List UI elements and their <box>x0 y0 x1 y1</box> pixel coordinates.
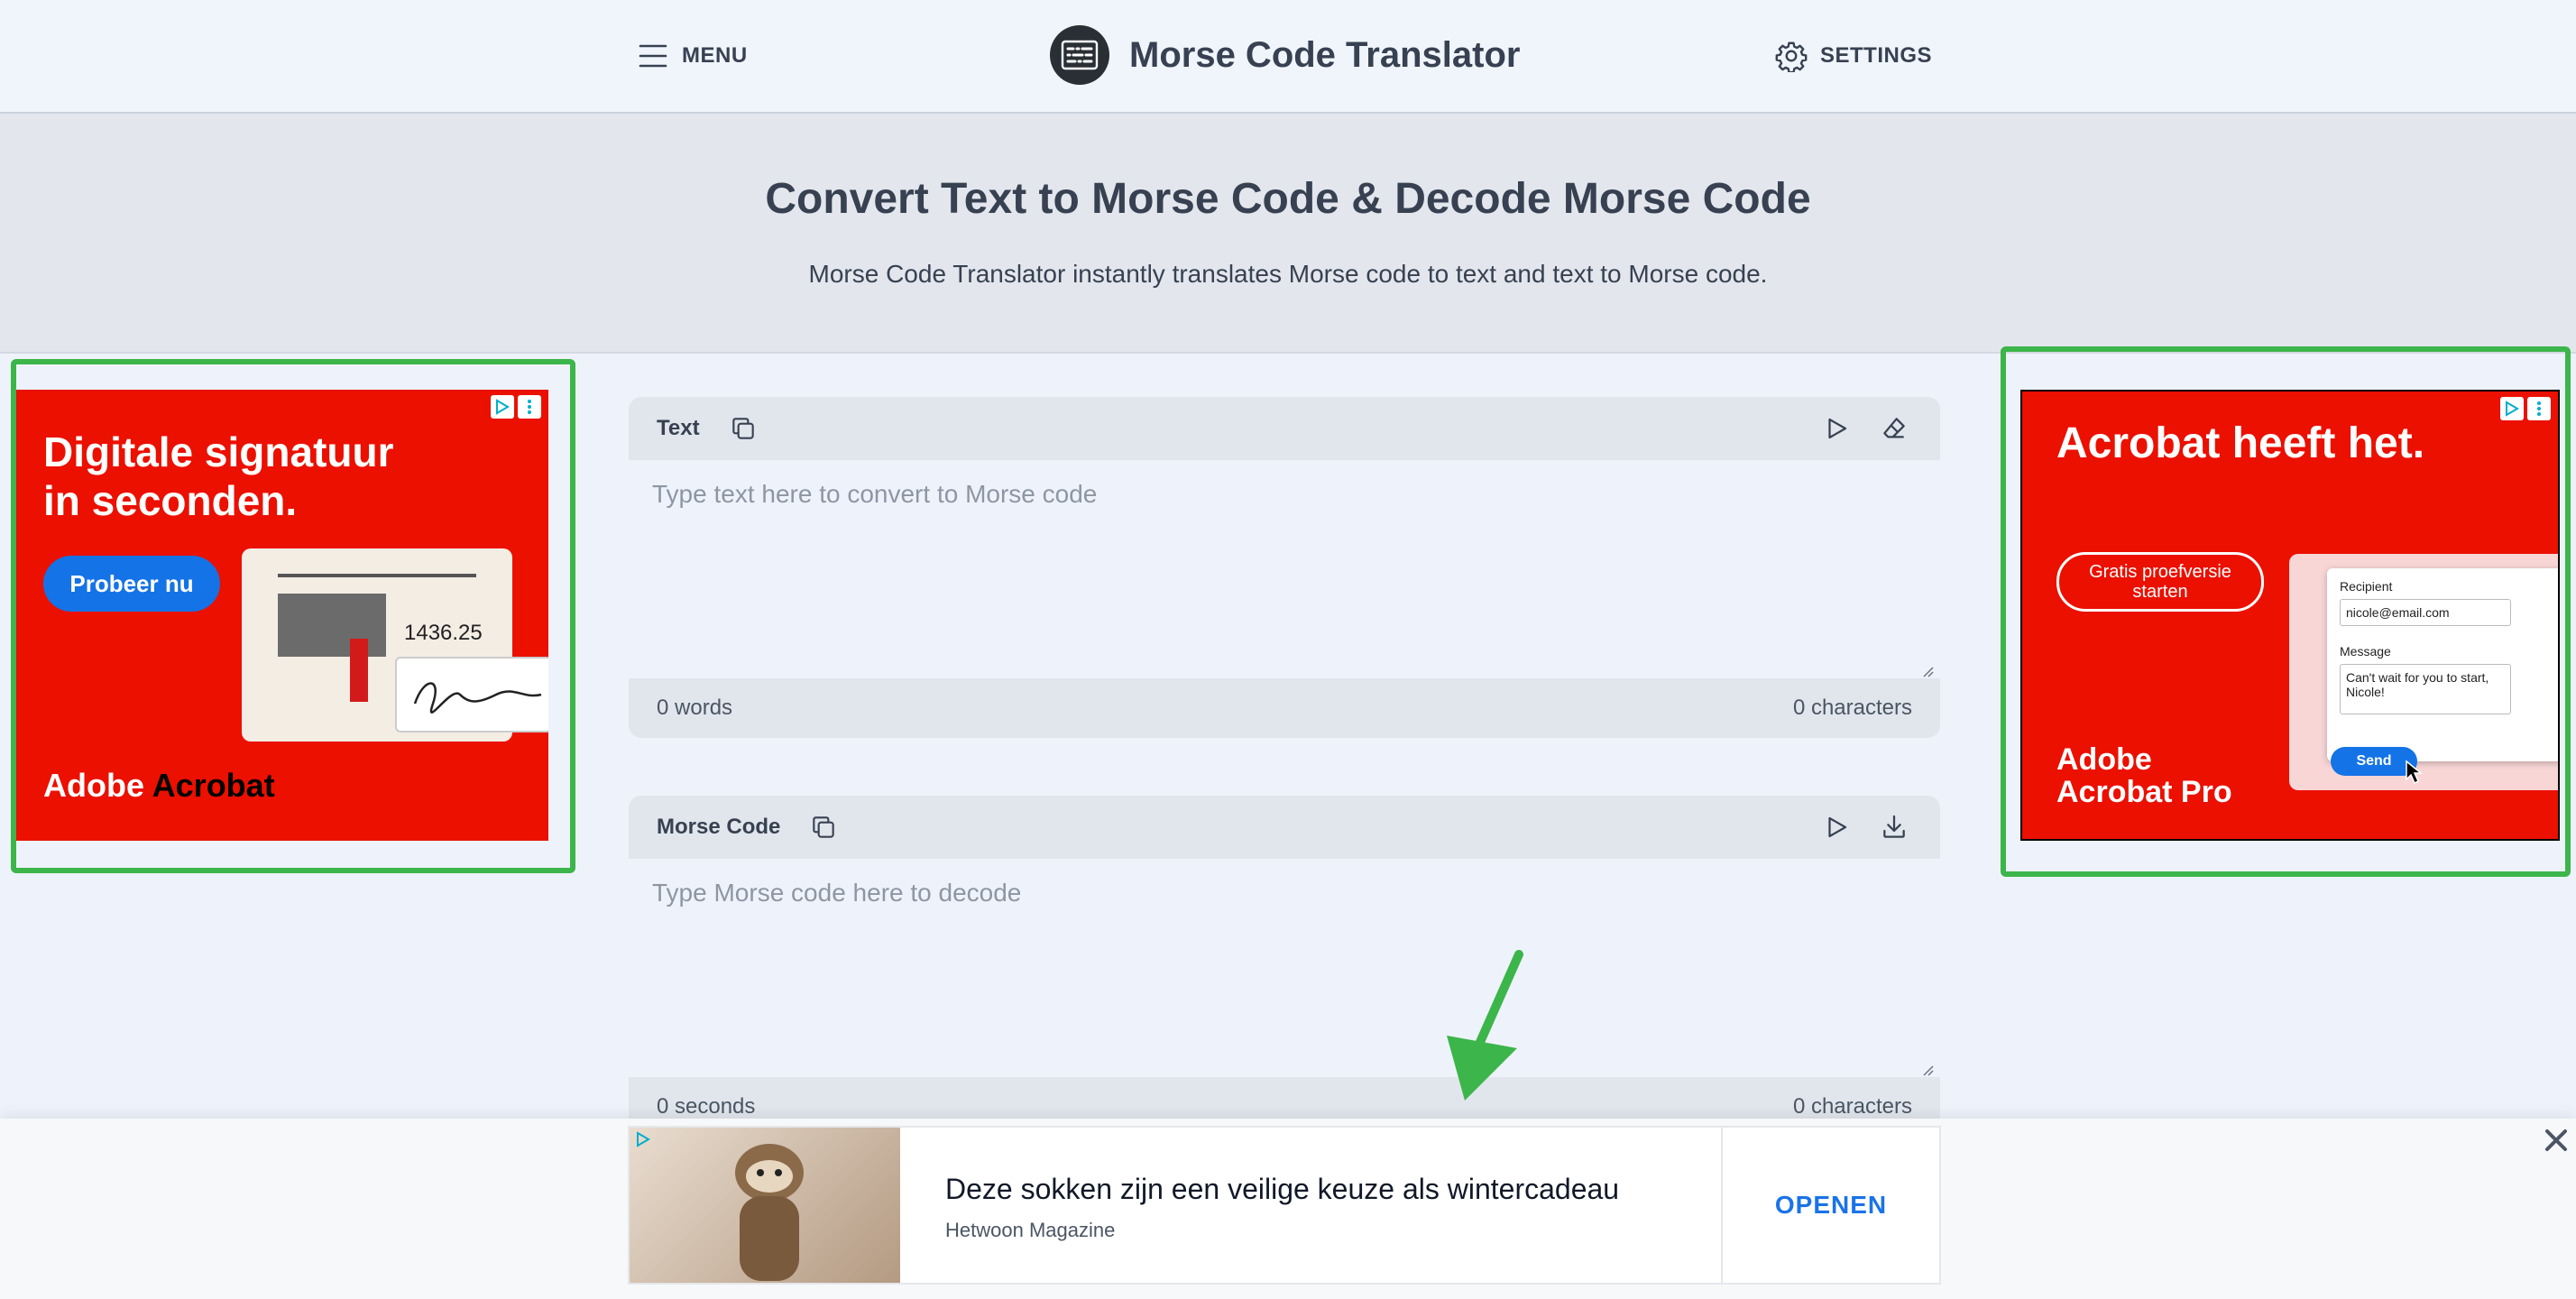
bottom-ad-banner[interactable]: Deze sokken zijn een veilige keuze als w… <box>628 1126 1941 1285</box>
ad-left-cta-button[interactable]: Probeer nu <box>43 556 220 612</box>
more-vert-icon <box>2527 397 2551 420</box>
hamburger-icon <box>639 44 667 68</box>
brand[interactable]: Morse Code Translator <box>1050 25 1520 85</box>
ad-left-headline-1: Digitale signatuur <box>43 428 394 475</box>
play-icon <box>1828 418 1847 439</box>
sloth-socks-image <box>630 1128 900 1283</box>
morse-panel-header: Morse Code <box>629 796 1940 859</box>
ad-left-doc-value: 1436.25 <box>404 621 483 645</box>
text-panel-footer: 0 words 0 characters <box>629 678 1940 738</box>
ad-left-document-image: 1436.25 <box>242 548 548 742</box>
ad-right-brand-1: Adobe <box>2056 742 2152 777</box>
menu-button[interactable]: MENU <box>639 36 748 76</box>
resize-handle-icon[interactable] <box>1918 1061 1935 1077</box>
ad-right[interactable]: Acrobat heeft het. Gratis proefversie st… <box>2020 390 2560 841</box>
annotation-arrow-icon <box>1447 950 1523 1101</box>
download-icon <box>1883 815 1905 838</box>
page-subtitle: Morse Code Translator instantly translat… <box>808 260 1768 288</box>
text-char-count: 0 characters <box>1792 696 1912 720</box>
copy-icon <box>813 816 835 838</box>
text-panel-header: Text <box>629 397 1940 460</box>
play-morse-button[interactable] <box>1818 809 1854 845</box>
ad-right-cta-line-1: Gratis proefversie <box>2089 562 2231 582</box>
ad-left-headline-2: in seconden. <box>43 477 298 524</box>
bottom-ad-text: Deze sokken zijn een veilige keuze als w… <box>900 1128 1721 1283</box>
clear-text-button[interactable] <box>1876 410 1912 447</box>
ad-choices[interactable] <box>2500 397 2551 420</box>
bottom-ad-headline: Deze sokken zijn een veilige keuze als w… <box>945 1173 1620 1205</box>
ad-left-brand-acrobat: Acrobat <box>144 767 275 804</box>
resize-handle-icon[interactable] <box>1918 662 1935 678</box>
message-field: Can't wait for you to start, Nicole! <box>2340 664 2511 714</box>
signature-icon <box>395 657 548 732</box>
adchoices-icon <box>491 395 514 419</box>
morse-input[interactable] <box>629 859 1940 1077</box>
eraser-icon <box>1883 418 1905 438</box>
adchoices-icon <box>637 1131 650 1147</box>
brand-name: Morse Code Translator <box>1129 34 1521 75</box>
settings-label: SETTINGS <box>1820 43 1933 68</box>
ad-right-headline: Acrobat heeft het. <box>2056 419 2425 467</box>
menu-label: MENU <box>682 43 748 68</box>
adchoices-icon <box>2500 397 2524 420</box>
ad-right-cta-button[interactable]: Gratis proefversie starten <box>2056 552 2264 612</box>
open-button[interactable]: OPENEN <box>1721 1128 1939 1283</box>
play-text-button[interactable] <box>1818 410 1854 447</box>
page-title: Convert Text to Morse Code & Decode Mors… <box>765 175 1811 223</box>
cursor-icon <box>2406 760 2424 785</box>
copy-icon <box>731 418 754 439</box>
ad-left-brand-adobe: Adobe <box>43 767 144 804</box>
text-panel-title: Text <box>657 416 700 440</box>
recipient-field: nicole@email.com <box>2340 599 2511 626</box>
close-icon[interactable] <box>2538 1122 2574 1158</box>
gear-icon <box>1775 41 1808 72</box>
more-vert-icon <box>518 395 541 419</box>
morse-panel-title: Morse Code <box>657 815 781 839</box>
text-input[interactable] <box>629 460 1940 678</box>
settings-button[interactable]: SETTINGS <box>1775 36 1932 76</box>
recipient-label: Recipient <box>2340 579 2393 594</box>
morse-panel: Morse Code 0 seconds 0 characters <box>629 796 1940 1137</box>
ad-right-email-mockup: Recipient nicole@email.com Message Can't… <box>2289 554 2558 790</box>
ad-choices[interactable] <box>491 395 541 419</box>
message-label: Message <box>2340 644 2391 659</box>
copy-text-button[interactable] <box>725 410 761 447</box>
ad-right-cta-line-2: starten <box>2132 582 2188 602</box>
word-count: 0 words <box>657 696 733 720</box>
ad-left[interactable]: Digitale signatuur in seconden. Probeer … <box>16 390 548 841</box>
morse-logo-icon <box>1050 25 1109 85</box>
download-morse-button[interactable] <box>1876 809 1912 845</box>
seconds-count: 0 seconds <box>657 1094 756 1119</box>
ad-right-brand-2: Acrobat Pro <box>2056 775 2232 809</box>
copy-morse-button[interactable] <box>805 809 842 845</box>
bottom-ad-source: Hetwoon Magazine <box>945 1219 1116 1241</box>
hero-section <box>0 114 2576 354</box>
morse-char-count: 0 characters <box>1792 1094 1912 1119</box>
text-panel: Text 0 words 0 characters <box>629 397 1940 738</box>
play-icon <box>1828 816 1847 838</box>
